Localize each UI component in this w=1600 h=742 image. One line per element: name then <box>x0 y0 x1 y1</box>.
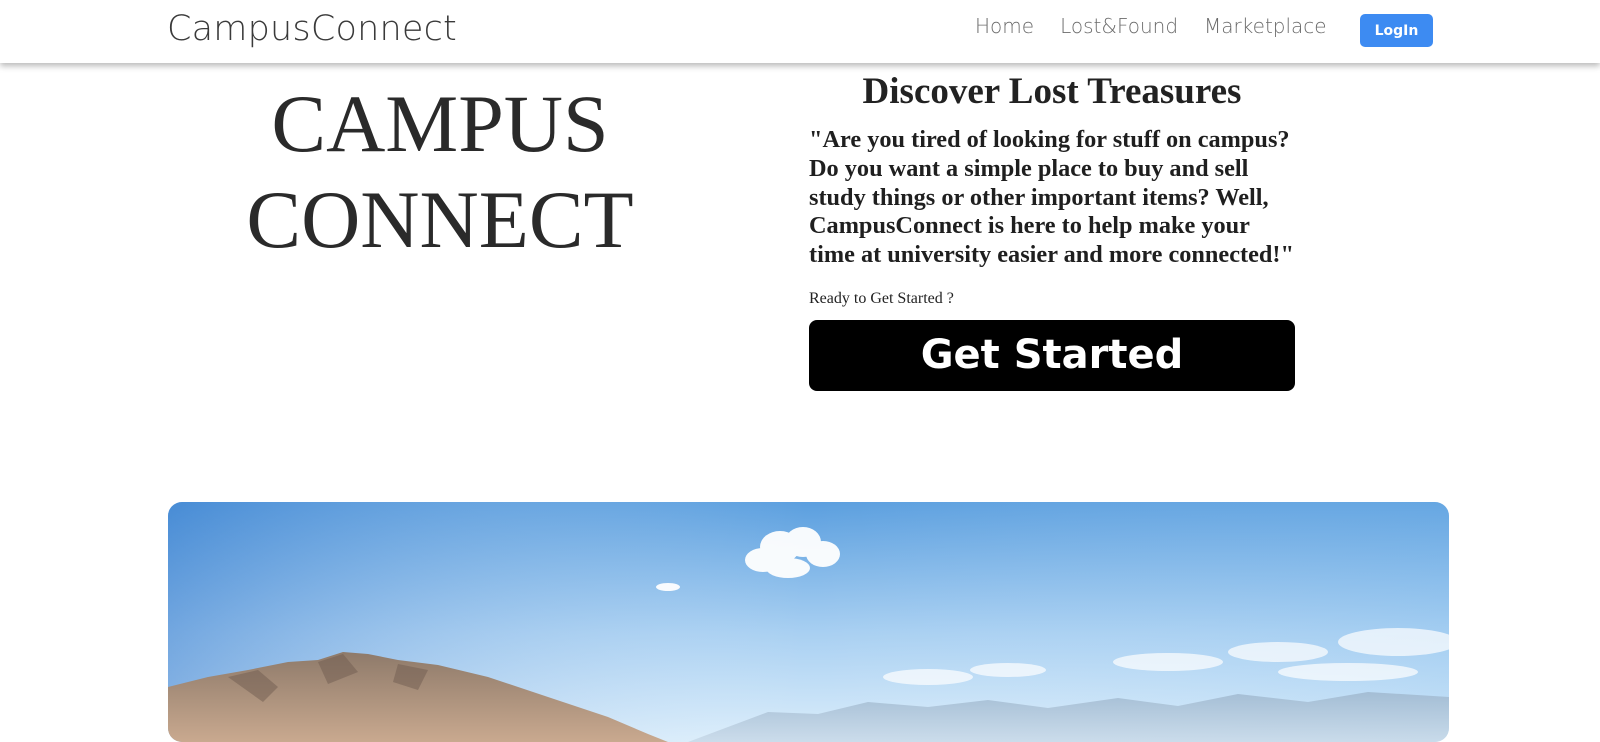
mountain-landscape-image <box>168 502 1449 742</box>
hero-title-line1: CAMPUS <box>271 78 609 169</box>
nav-links: Home Lost&Found Marketplace <box>975 14 1327 38</box>
nav-link-home[interactable]: Home <box>975 14 1034 38</box>
navbar: CampusConnect Home Lost&Found Marketplac… <box>0 0 1600 63</box>
brand-logo[interactable]: CampusConnect <box>167 9 457 49</box>
intro-section: Discover Lost Treasures "Are you tired o… <box>809 70 1295 391</box>
nav-link-lost-found[interactable]: Lost&Found <box>1060 14 1178 38</box>
login-button[interactable]: LogIn <box>1360 14 1433 47</box>
intro-heading: Discover Lost Treasures <box>862 71 1242 112</box>
get-started-button[interactable]: Get Started <box>809 319 1295 391</box>
intro-quote: "Are you tired of looking for stuff on c… <box>809 126 1294 269</box>
hero-title-line2: CONNECT <box>246 174 634 265</box>
hero-title: CAMPUS CONNECT <box>210 76 670 268</box>
nav-link-marketplace[interactable]: Marketplace <box>1204 14 1327 38</box>
ready-text: Ready to Get Started ? <box>809 289 954 307</box>
